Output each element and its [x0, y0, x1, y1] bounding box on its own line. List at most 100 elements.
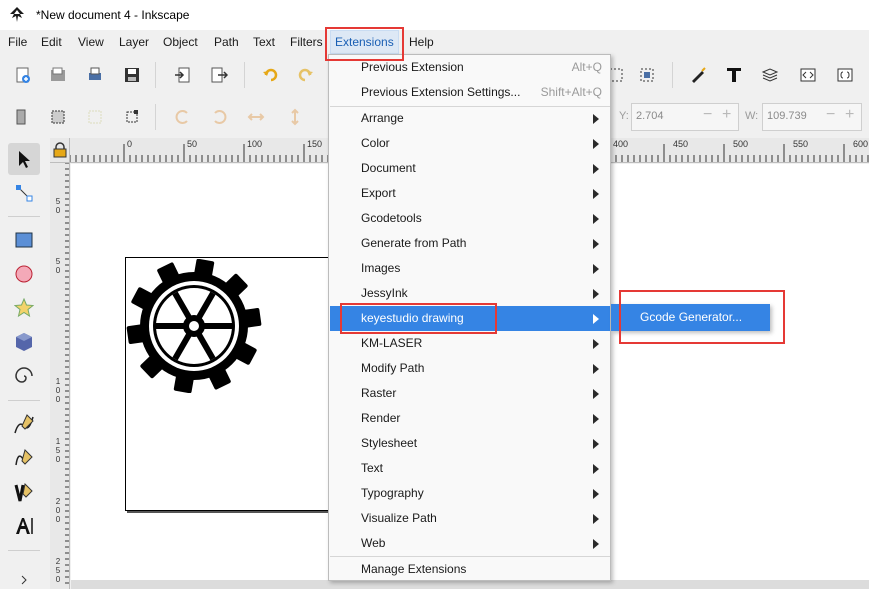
menu-view[interactable]: View — [74, 30, 108, 54]
menu-item-previous-extension-settings[interactable]: Previous Extension Settings... Shift+Alt… — [330, 80, 610, 105]
menu-item-manage-extensions[interactable]: Manage Extensions — [330, 557, 610, 582]
menu-item-generate-from-path[interactable]: Generate from Path — [330, 231, 610, 256]
menu-item-web[interactable]: Web — [330, 531, 610, 556]
menu-item-document[interactable]: Document — [330, 156, 610, 181]
menu-item-label: Web — [361, 536, 386, 550]
submenu-arrow-icon — [593, 264, 599, 274]
submenu-arrow-icon — [593, 339, 599, 349]
ellipse-tool[interactable] — [8, 258, 40, 290]
spiral-tool[interactable] — [8, 360, 40, 392]
toolbox-separator — [8, 550, 40, 551]
menu-item-visualize-path[interactable]: Visualize Path — [330, 506, 610, 531]
submenu-arrow-icon — [593, 139, 599, 149]
submenu-arrow-icon — [593, 164, 599, 174]
deselect-button[interactable] — [82, 104, 108, 130]
redo-button[interactable] — [292, 62, 318, 88]
ruler-label: 600 — [853, 139, 869, 149]
menu-item-raster[interactable]: Raster — [330, 381, 610, 406]
rotate-cw-button[interactable] — [206, 104, 232, 130]
vertical-ruler[interactable]: 5 0 5 0 1 0 0 1 5 0 2 0 0 2 5 0 — [50, 163, 70, 589]
undo-button[interactable] — [258, 62, 284, 88]
3d-box-tool[interactable] — [8, 326, 40, 358]
text-tool[interactable] — [8, 510, 40, 542]
calligraphy-tool[interactable] — [8, 476, 40, 508]
menu-item-label: Document — [361, 161, 416, 175]
menu-item-text[interactable]: Text — [330, 456, 610, 481]
gear-drawing[interactable] — [126, 259, 262, 393]
menu-object[interactable]: Object — [159, 30, 202, 54]
more-tools-button[interactable] — [8, 570, 40, 589]
menu-layer[interactable]: Layer — [115, 30, 153, 54]
layers-button[interactable] — [757, 62, 783, 88]
w-decrement-icon[interactable]: − — [826, 106, 835, 124]
menu-text[interactable]: Text — [249, 30, 279, 54]
menu-edit[interactable]: Edit — [37, 30, 66, 54]
menu-item-stylesheet[interactable]: Stylesheet — [330, 431, 610, 456]
open-button[interactable] — [45, 62, 71, 88]
title-bar: *New document 4 - Inkscape — [0, 0, 869, 30]
toolbox-separator — [8, 216, 40, 217]
menu-item-modify-path[interactable]: Modify Path — [330, 356, 610, 381]
rotate-ccw-icon — [175, 110, 188, 124]
menu-item-export[interactable]: Export — [330, 181, 610, 206]
menu-item-arrange[interactable]: Arrange — [330, 106, 610, 131]
menu-item-typography[interactable]: Typography — [330, 481, 610, 506]
submenu-arrow-icon — [593, 514, 599, 524]
export-button[interactable] — [206, 62, 232, 88]
select-all-layers-icon — [51, 110, 65, 124]
menu-item-label: Previous Extension Settings... — [361, 85, 521, 99]
node-tool[interactable] — [8, 177, 40, 209]
spiral-icon — [15, 367, 33, 383]
toolbar-separator — [155, 62, 156, 88]
save-button[interactable] — [119, 62, 145, 88]
y-decrement-icon[interactable]: − — [703, 106, 712, 124]
menu-path[interactable]: Path — [210, 30, 243, 54]
menu-file[interactable]: File — [4, 30, 31, 54]
menu-filters[interactable]: Filters — [286, 30, 327, 54]
xml-editor-button[interactable] — [795, 62, 821, 88]
guide-lock-button[interactable] — [50, 138, 70, 163]
select-all-layers-button[interactable] — [45, 104, 71, 130]
pen-tool[interactable] — [8, 442, 40, 474]
pointer-arrow-icon — [19, 151, 30, 168]
shortcut-label: Alt+Q — [571, 60, 602, 74]
print-icon — [89, 67, 101, 80]
flip-horizontal-icon — [247, 113, 265, 121]
print-button[interactable] — [82, 62, 108, 88]
ruler-label: 1 — [55, 377, 61, 386]
new-document-button[interactable] — [10, 62, 36, 88]
lock-icon — [53, 142, 66, 158]
deselect-icon — [88, 110, 102, 124]
menu-item-label: Export — [361, 186, 396, 200]
pencil-tool[interactable] — [8, 408, 40, 440]
menu-item-render[interactable]: Render — [330, 406, 610, 431]
selectors-css-button[interactable] — [832, 62, 858, 88]
select-all-button[interactable] — [8, 104, 34, 130]
menu-item-gcodetools[interactable]: Gcodetools — [330, 206, 610, 231]
menu-item-km-laser[interactable]: KM-LASER — [330, 331, 610, 356]
submenu-arrow-icon — [593, 439, 599, 449]
invert-selection-icon — [126, 110, 138, 123]
menu-item-color[interactable]: Color — [330, 131, 610, 156]
ruler-label: 2 — [55, 557, 61, 566]
import-button[interactable] — [170, 62, 196, 88]
menu-item-label: Raster — [361, 386, 397, 400]
invert-selection-button[interactable] — [119, 104, 145, 130]
zoom-drawing-button[interactable] — [634, 62, 660, 88]
flip-horizontal-button[interactable] — [243, 104, 269, 130]
ruler-label: 5 — [55, 446, 61, 455]
menu-help[interactable]: Help — [405, 30, 438, 54]
layers-icon — [761, 68, 779, 82]
y-value: 2.704 — [636, 110, 664, 122]
text-font-button[interactable] — [721, 62, 747, 88]
w-increment-icon[interactable]: + — [845, 106, 854, 124]
flip-vertical-button[interactable] — [282, 104, 308, 130]
menu-item-images[interactable]: Images — [330, 256, 610, 281]
rotate-ccw-button[interactable] — [170, 104, 196, 130]
fill-stroke-button[interactable] — [685, 62, 711, 88]
rectangle-tool[interactable] — [8, 224, 40, 256]
y-increment-icon[interactable]: + — [722, 106, 731, 124]
undo-icon — [263, 68, 278, 82]
selector-tool[interactable] — [8, 143, 40, 175]
star-tool[interactable] — [8, 292, 40, 324]
